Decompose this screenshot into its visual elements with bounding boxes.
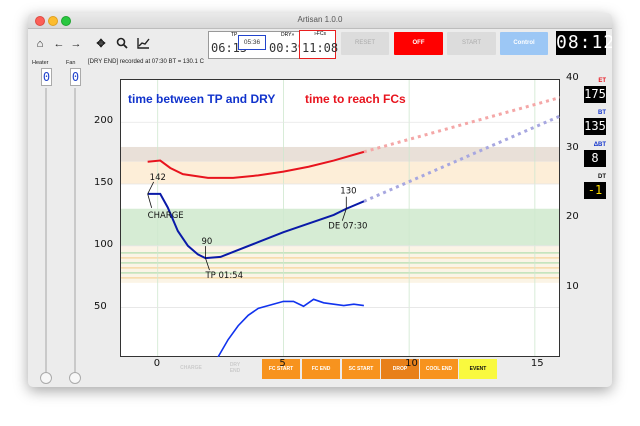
- tp-lcd-label: TP: [231, 32, 238, 38]
- title-bar: Artisan 1.0.0: [28, 13, 612, 29]
- et-label: ET: [598, 78, 606, 84]
- chart-icon[interactable]: [136, 37, 150, 51]
- fan-value: 0: [70, 68, 81, 86]
- tp-dry-note: time between TP and DRY: [128, 92, 275, 106]
- cool-end-button[interactable]: COOL END: [420, 359, 458, 379]
- phase-bands: [120, 146, 560, 283]
- x-tick-label: 15: [530, 358, 544, 369]
- phase-band: [120, 161, 560, 185]
- y-left-tick-label: 100: [94, 238, 114, 250]
- charge-value-label: 142: [150, 173, 166, 183]
- dt-label: DT: [598, 174, 606, 180]
- x-tick-label: 0: [153, 358, 161, 369]
- y-left-tick-label: 150: [94, 177, 114, 189]
- dry-end-button[interactable]: DRY END: [226, 362, 244, 374]
- window-title: Artisan 1.0.0: [297, 15, 343, 24]
- y-right-tick-label: 30: [566, 141, 579, 153]
- delta-bt-label: ΔBT: [593, 142, 606, 148]
- pan-icon[interactable]: ✥: [94, 37, 108, 51]
- y-left-tick-label: 50: [94, 300, 107, 312]
- tp-dry-time-box: 05:36: [238, 35, 266, 50]
- de-label: DE 07:30: [328, 222, 367, 232]
- dt-readout: -1: [584, 182, 606, 199]
- fan-slider-track[interactable]: [74, 88, 76, 378]
- y-right-tick-label: 20: [566, 211, 579, 222]
- toolbar: ⌂ ← → ✥ TP 06:15 05:36 DRY» 00:39 »FCs 1…: [28, 29, 612, 59]
- x-tick-label: 5: [279, 358, 286, 369]
- tp-label: TP 01:54: [204, 271, 243, 281]
- y-left-tick-label: 200: [94, 115, 114, 127]
- heater-label: Heater: [32, 60, 49, 66]
- fc-end-button[interactable]: FC END: [302, 359, 340, 379]
- control-button[interactable]: Control: [500, 32, 548, 55]
- roast-chart[interactable]: 142 CHARGE 90 TP 01:54 130 DE 07:30 time betw…: [120, 79, 560, 357]
- dry-lcd-label: DRY»: [281, 32, 295, 38]
- et-readout: 175: [584, 86, 606, 103]
- fcs-note: time to reach FCs: [305, 92, 406, 106]
- roast-timer: 08:12: [556, 31, 612, 55]
- heater-slider-track[interactable]: [45, 88, 47, 378]
- charge-button[interactable]: CHARGE: [178, 365, 204, 371]
- zoom-icon[interactable]: [115, 37, 129, 51]
- charge-label: CHARGE: [148, 211, 184, 221]
- x-tick-label: 10: [405, 358, 418, 369]
- tp-value-label: 90: [201, 237, 212, 247]
- start-button[interactable]: START: [447, 32, 496, 55]
- bt-readout: 135: [584, 118, 606, 135]
- y-right-tick-label: 10: [566, 280, 579, 292]
- fan-label: Fan: [66, 60, 76, 66]
- sc-start-button[interactable]: SC START: [342, 359, 380, 379]
- bt-label: BT: [598, 110, 606, 116]
- de-value-label: 130: [340, 187, 356, 197]
- back-arrow-icon[interactable]: ←: [52, 37, 66, 51]
- artisan-window: Artisan 1.0.0 ⌂ ← → ✥ TP 06:15 05:36 DRY…: [28, 13, 612, 387]
- off-button[interactable]: OFF: [394, 32, 443, 55]
- fcs-lcd-box: »FCs 11:08: [299, 30, 339, 59]
- fan-slider-handle[interactable]: [69, 372, 81, 384]
- y-right-tick-label: 40: [566, 72, 579, 83]
- heater-value: 0: [41, 68, 52, 86]
- event-button[interactable]: EVENT: [459, 359, 497, 379]
- delta-bt-readout: 8: [584, 150, 606, 167]
- fcs-lcd-value: 11:08: [302, 41, 339, 55]
- reset-button[interactable]: RESET: [341, 32, 389, 55]
- fcs-lcd-label: »FCs: [314, 31, 326, 37]
- home-icon[interactable]: ⌂: [33, 37, 47, 51]
- forward-arrow-icon[interactable]: →: [69, 37, 83, 51]
- heater-slider-handle[interactable]: [40, 372, 52, 384]
- status-message: [DRY END] recorded at 07:30 BT = 130.1 C: [88, 59, 204, 65]
